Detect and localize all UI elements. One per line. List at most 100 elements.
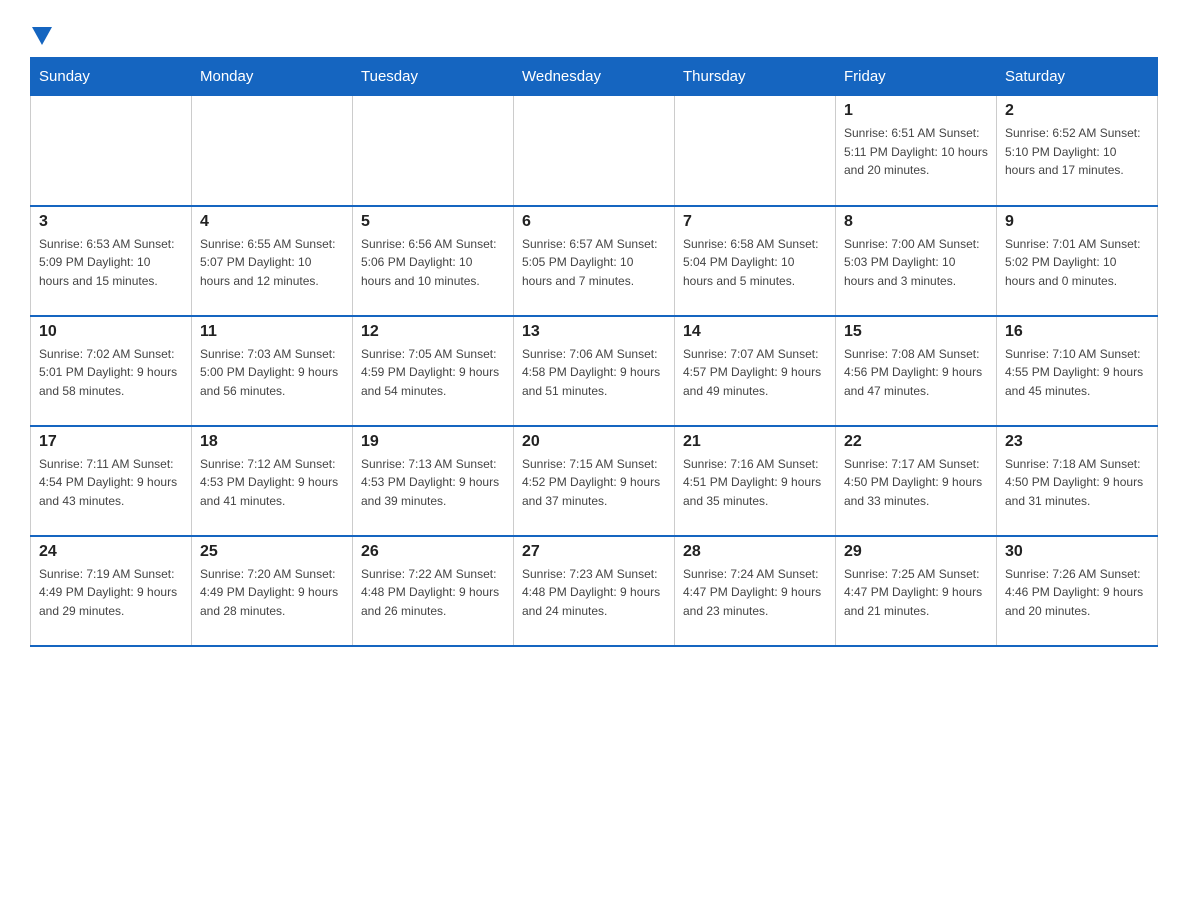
column-header-friday: Friday [836, 58, 997, 96]
day-info: Sunrise: 7:25 AM Sunset: 4:47 PM Dayligh… [844, 565, 988, 621]
day-info: Sunrise: 6:51 AM Sunset: 5:11 PM Dayligh… [844, 124, 988, 180]
calendar-day-2: 2Sunrise: 6:52 AM Sunset: 5:10 PM Daylig… [997, 96, 1158, 206]
day-info: Sunrise: 7:16 AM Sunset: 4:51 PM Dayligh… [683, 455, 827, 511]
day-info: Sunrise: 7:12 AM Sunset: 4:53 PM Dayligh… [200, 455, 344, 511]
column-header-sunday: Sunday [31, 58, 192, 96]
day-info: Sunrise: 6:58 AM Sunset: 5:04 PM Dayligh… [683, 235, 827, 291]
day-number: 6 [522, 213, 666, 231]
day-number: 28 [683, 543, 827, 561]
day-number: 25 [200, 543, 344, 561]
calendar-day-4: 4 Sunrise: 6:55 AM Sunset: 5:07 PM Daylig… [192, 206, 353, 316]
calendar-day-empty [192, 96, 353, 206]
calendar-day-10: 10 Sunrise: 7:02 AM Sunset: 5:01 PM Dayli… [31, 316, 192, 426]
day-number: 13 [522, 323, 666, 341]
calendar-day-18: 18 Sunrise: 7:12 AM Sunset: 4:53 PM Dayli… [192, 426, 353, 536]
day-info: Sunrise: 7:02 AM Sunset: 5:01 PM Dayligh… [39, 345, 183, 401]
calendar-day-22: 22 Sunrise: 7:17 AM Sunset: 4:50 PM Dayli… [836, 426, 997, 536]
day-number: 14 [683, 323, 827, 341]
day-number: 4 [200, 213, 344, 231]
day-info: Sunrise: 7:03 AM Sunset: 5:00 PM Dayligh… [200, 345, 344, 401]
calendar-day-13: 13 Sunrise: 7:06 AM Sunset: 4:58 PM Dayli… [514, 316, 675, 426]
day-number: 20 [522, 433, 666, 451]
day-number: 26 [361, 543, 505, 561]
calendar-day-25: 25 Sunrise: 7:20 AM Sunset: 4:49 PM Dayli… [192, 536, 353, 646]
day-number: 30 [1005, 543, 1149, 561]
calendar-day-24: 24 Sunrise: 7:19 AM Sunset: 4:49 PM Dayli… [31, 536, 192, 646]
calendar-day-16: 16Sunrise: 7:10 AM Sunset: 4:55 PM Dayli… [997, 316, 1158, 426]
calendar-day-empty [31, 96, 192, 206]
day-number: 23 [1005, 433, 1149, 451]
day-number: 19 [361, 433, 505, 451]
calendar-day-19: 19 Sunrise: 7:13 AM Sunset: 4:53 PM Dayli… [353, 426, 514, 536]
calendar-day-14: 14 Sunrise: 7:07 AM Sunset: 4:57 PM Dayli… [675, 316, 836, 426]
calendar-day-3: 3 Sunrise: 6:53 AM Sunset: 5:09 PM Daylig… [31, 206, 192, 316]
calendar-week-row: 10 Sunrise: 7:02 AM Sunset: 5:01 PM Dayli… [31, 316, 1158, 426]
day-info: Sunrise: 7:18 AM Sunset: 4:50 PM Dayligh… [1005, 455, 1149, 511]
calendar-day-23: 23 Sunrise: 7:18 AM Sunset: 4:50 PM Dayli… [997, 426, 1158, 536]
day-info: Sunrise: 7:05 AM Sunset: 4:59 PM Dayligh… [361, 345, 505, 401]
calendar-day-empty [353, 96, 514, 206]
calendar-day-20: 20 Sunrise: 7:15 AM Sunset: 4:52 PM Dayli… [514, 426, 675, 536]
column-header-saturday: Saturday [997, 58, 1158, 96]
calendar-week-row: 3 Sunrise: 6:53 AM Sunset: 5:09 PM Daylig… [31, 206, 1158, 316]
calendar-day-21: 21 Sunrise: 7:16 AM Sunset: 4:51 PM Dayli… [675, 426, 836, 536]
calendar-day-9: 9 Sunrise: 7:01 AM Sunset: 5:02 PM Daylig… [997, 206, 1158, 316]
day-info: Sunrise: 7:22 AM Sunset: 4:48 PM Dayligh… [361, 565, 505, 621]
calendar-table: SundayMondayTuesdayWednesdayThursdayFrid… [30, 57, 1158, 647]
day-info: Sunrise: 7:11 AM Sunset: 4:54 PM Dayligh… [39, 455, 183, 511]
column-header-wednesday: Wednesday [514, 58, 675, 96]
day-info: Sunrise: 7:17 AM Sunset: 4:50 PM Dayligh… [844, 455, 988, 511]
day-number: 17 [39, 433, 183, 451]
day-info: Sunrise: 7:07 AM Sunset: 4:57 PM Dayligh… [683, 345, 827, 401]
day-number: 11 [200, 323, 344, 341]
day-number: 3 [39, 213, 183, 231]
calendar-week-row: 24 Sunrise: 7:19 AM Sunset: 4:49 PM Dayli… [31, 536, 1158, 646]
day-info: Sunrise: 7:01 AM Sunset: 5:02 PM Dayligh… [1005, 235, 1149, 291]
calendar-day-empty [514, 96, 675, 206]
day-info: Sunrise: 7:20 AM Sunset: 4:49 PM Dayligh… [200, 565, 344, 621]
day-number: 18 [200, 433, 344, 451]
day-number: 12 [361, 323, 505, 341]
day-number: 7 [683, 213, 827, 231]
day-info: Sunrise: 6:56 AM Sunset: 5:06 PM Dayligh… [361, 235, 505, 291]
logo [30, 20, 52, 47]
day-number: 8 [844, 213, 988, 231]
day-number: 29 [844, 543, 988, 561]
calendar-header-row: SundayMondayTuesdayWednesdayThursdayFrid… [31, 58, 1158, 96]
day-info: Sunrise: 7:26 AM Sunset: 4:46 PM Dayligh… [1005, 565, 1149, 621]
calendar-day-7: 7 Sunrise: 6:58 AM Sunset: 5:04 PM Daylig… [675, 206, 836, 316]
calendar-week-row: 17 Sunrise: 7:11 AM Sunset: 4:54 PM Dayli… [31, 426, 1158, 536]
day-number: 21 [683, 433, 827, 451]
day-info: Sunrise: 6:55 AM Sunset: 5:07 PM Dayligh… [200, 235, 344, 291]
calendar-week-row: 1 Sunrise: 6:51 AM Sunset: 5:11 PM Daylig… [31, 96, 1158, 206]
day-info: Sunrise: 6:53 AM Sunset: 5:09 PM Dayligh… [39, 235, 183, 291]
logo-arrow-icon [32, 27, 52, 47]
day-number: 9 [1005, 213, 1149, 231]
column-header-thursday: Thursday [675, 58, 836, 96]
calendar-day-17: 17 Sunrise: 7:11 AM Sunset: 4:54 PM Dayli… [31, 426, 192, 536]
column-header-tuesday: Tuesday [353, 58, 514, 96]
day-number: 10 [39, 323, 183, 341]
day-number: 22 [844, 433, 988, 451]
calendar-day-30: 30 Sunrise: 7:26 AM Sunset: 4:46 PM Dayli… [997, 536, 1158, 646]
day-number: 15 [844, 323, 988, 341]
day-info: Sunrise: 7:24 AM Sunset: 4:47 PM Dayligh… [683, 565, 827, 621]
calendar-day-8: 8Sunrise: 7:00 AM Sunset: 5:03 PM Daylig… [836, 206, 997, 316]
day-info: Sunrise: 7:08 AM Sunset: 4:56 PM Dayligh… [844, 345, 988, 401]
calendar-day-15: 15 Sunrise: 7:08 AM Sunset: 4:56 PM Dayli… [836, 316, 997, 426]
day-info: Sunrise: 7:06 AM Sunset: 4:58 PM Dayligh… [522, 345, 666, 401]
day-number: 24 [39, 543, 183, 561]
calendar-day-27: 27Sunrise: 7:23 AM Sunset: 4:48 PM Dayli… [514, 536, 675, 646]
calendar-day-28: 28 Sunrise: 7:24 AM Sunset: 4:47 PM Dayli… [675, 536, 836, 646]
day-info: Sunrise: 7:15 AM Sunset: 4:52 PM Dayligh… [522, 455, 666, 511]
calendar-day-5: 5Sunrise: 6:56 AM Sunset: 5:06 PM Daylig… [353, 206, 514, 316]
day-number: 1 [844, 102, 988, 120]
day-info: Sunrise: 6:57 AM Sunset: 5:05 PM Dayligh… [522, 235, 666, 291]
day-info: Sunrise: 7:13 AM Sunset: 4:53 PM Dayligh… [361, 455, 505, 511]
calendar-day-11: 11 Sunrise: 7:03 AM Sunset: 5:00 PM Dayli… [192, 316, 353, 426]
calendar-day-29: 29 Sunrise: 7:25 AM Sunset: 4:47 PM Dayli… [836, 536, 997, 646]
day-info: Sunrise: 7:19 AM Sunset: 4:49 PM Dayligh… [39, 565, 183, 621]
page-header [30, 20, 1158, 47]
calendar-day-empty [675, 96, 836, 206]
calendar-day-12: 12 Sunrise: 7:05 AM Sunset: 4:59 PM Dayli… [353, 316, 514, 426]
